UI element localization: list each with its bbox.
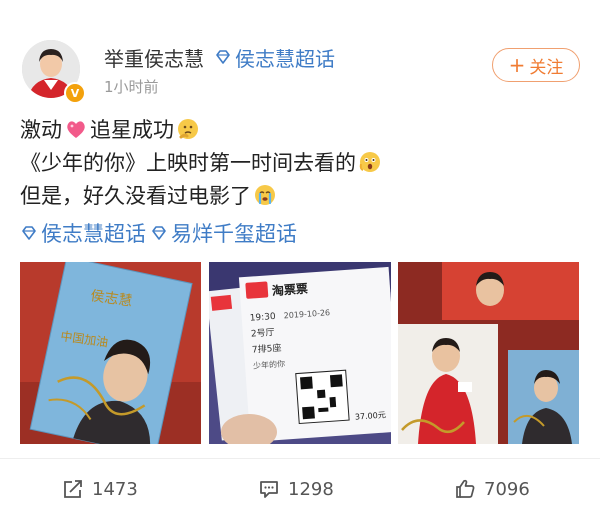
follow-label: 关注	[529, 57, 564, 78]
ticket-time: 19:30	[249, 312, 276, 324]
supertopic-diamond-icon	[22, 226, 36, 240]
topic-link-2[interactable]: 易烊千玺超话	[150, 218, 297, 248]
plus-icon: +	[508, 53, 526, 77]
post-timestamp: 1小时前	[104, 78, 159, 96]
sparkling-heart-emoji-icon	[67, 121, 85, 138]
author-topic-link[interactable]: 侯志慧超话	[214, 43, 335, 72]
share-icon	[64, 480, 82, 498]
post-text-segment: 追星成功	[90, 118, 174, 142]
astonished-face-emoji-icon	[359, 152, 380, 172]
thumbs-up-icon	[456, 479, 475, 498]
post-image-signed-poster[interactable]: 侯志慧 中国加油	[20, 262, 201, 444]
author-topic-label: 侯志慧超话	[235, 46, 335, 71]
thinking-face-emoji-icon	[178, 119, 198, 139]
action-bar: 1473 1298 7096	[0, 466, 600, 512]
supertopic-diamond-icon	[216, 50, 230, 64]
like-count: 7096	[484, 478, 530, 500]
post-text-segment: 激动	[20, 118, 62, 142]
post-text-line-1: 激动 追星成功	[20, 114, 202, 144]
comment-count: 1298	[288, 478, 334, 500]
follow-button[interactable]: + 关注	[492, 48, 580, 82]
topic-label: 易烊千玺超话	[171, 222, 297, 246]
post-text-line-2: 《少年的你》上映时第一时间去看的	[20, 147, 384, 177]
post-image-movie-tickets[interactable]: 淘票票 19:30 2019-10-26 2号厅 7排5座 少年的你 37.00…	[209, 262, 391, 444]
post-text-segment: 《少年的你》上映时第一时间去看的	[20, 151, 356, 175]
comment-button[interactable]: 1298	[258, 466, 334, 512]
topic-label: 侯志慧超话	[41, 222, 146, 246]
supertopic-diamond-icon	[152, 226, 166, 240]
post-text-segment: 但是，好久没看过电影了	[20, 184, 251, 208]
like-button[interactable]: 7096	[454, 466, 530, 512]
author-name[interactable]: 举重侯志慧	[104, 43, 204, 72]
author-row: 举重侯志慧 侯志慧超话	[104, 42, 335, 72]
verified-badge-icon: V	[64, 82, 86, 104]
share-count: 1473	[92, 478, 138, 500]
ticket-hall: 2号厅	[251, 327, 275, 340]
crying-face-emoji-icon	[255, 185, 275, 205]
share-button[interactable]: 1473	[62, 466, 138, 512]
post-text-line-3: 但是，好久没看过电影了	[20, 180, 279, 210]
comment-icon	[260, 481, 278, 498]
ticket-brand: 淘票票	[271, 281, 308, 298]
topic-links: 侯志慧超话 易烊千玺超话	[20, 218, 301, 248]
topic-link-1[interactable]: 侯志慧超话	[20, 218, 146, 248]
weibo-post: V 举重侯志慧 侯志慧超话 1小时前 + 关注 激动 追星成功 《少年的你》上映…	[0, 0, 600, 524]
action-divider	[0, 458, 600, 459]
post-image-signed-photos[interactable]	[398, 262, 579, 444]
